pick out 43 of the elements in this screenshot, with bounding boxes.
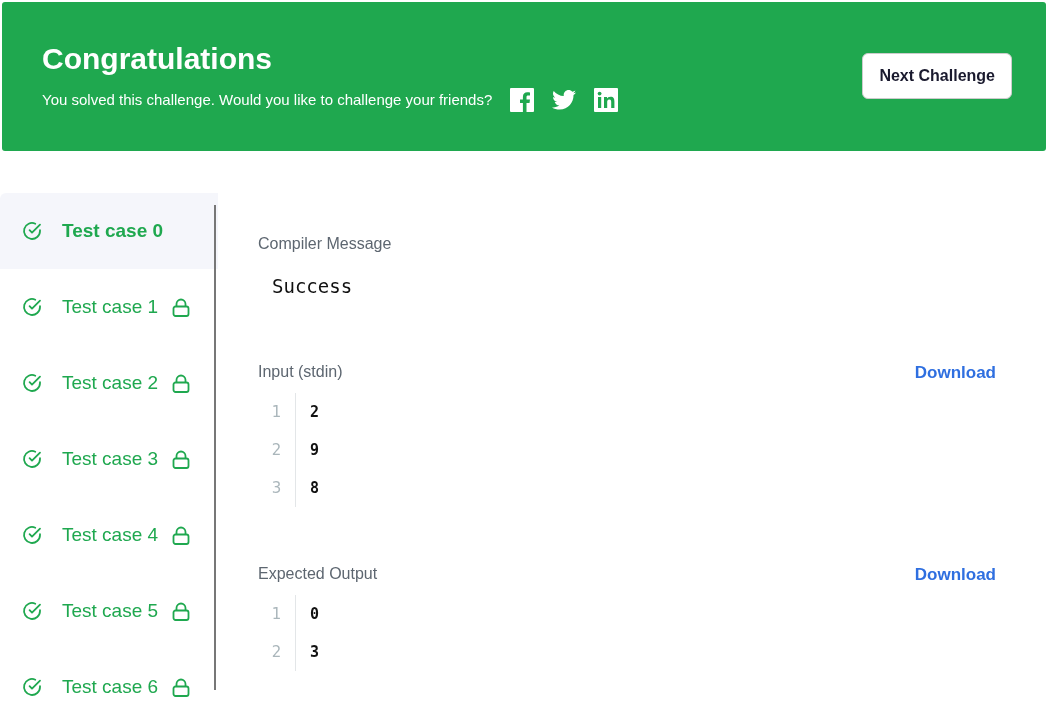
lock-icon [172,449,191,469]
test-case-tab[interactable]: Test case 2 [0,345,218,421]
test-case-tab[interactable]: Test case 5 [0,573,218,649]
section-label: Input (stdin) [258,363,343,382]
check-circle-icon [22,449,42,469]
lock-icon [172,373,191,393]
line-number: 1 [258,595,296,633]
linkedin-icon[interactable] [594,87,619,112]
lock-icon [172,601,191,621]
banner-title: Congratulations [42,41,273,76]
lock-icon [172,525,191,545]
section-label: Compiler Message [258,235,393,253]
banner-message: You solved this challenge. Would you like to challenge your friends? [42,91,493,108]
line-number: 2 [258,633,296,671]
compiler-output: Success [272,275,354,297]
test-case-tab[interactable]: Test case 0 [0,193,218,269]
download-link[interactable]: Download [914,565,996,585]
check-circle-icon [22,601,42,621]
lock-icon [172,297,191,317]
check-circle-icon [22,525,42,545]
facebook-icon[interactable] [510,87,535,112]
scrollbar[interactable] [214,205,216,690]
code-line: 3 [309,643,320,661]
test-case-tab[interactable]: Test case 6 [0,649,218,720]
check-circle-icon [22,297,42,317]
code-line: 9 [309,441,320,459]
test-case-tab[interactable]: Test case 1 [0,269,218,345]
code-line: 0 [309,605,320,623]
line-number: 3 [258,469,296,507]
check-circle-icon [22,373,42,393]
code-line: 2 [309,403,320,421]
line-number: 1 [258,393,296,431]
check-circle-icon [22,221,42,241]
test-case-tab[interactable]: Test case 3 [0,421,218,497]
check-circle-icon [22,677,42,697]
section-label: Expected Output [258,565,378,584]
test-case-tab[interactable]: Test case 4 [0,497,218,573]
twitter-icon[interactable] [552,89,577,110]
next-challenge-button[interactable]: Next Challenge [862,52,1012,99]
download-link[interactable]: Download [914,363,996,383]
code-line: 8 [309,479,320,497]
lock-icon [172,677,191,697]
line-number: 2 [258,431,296,469]
